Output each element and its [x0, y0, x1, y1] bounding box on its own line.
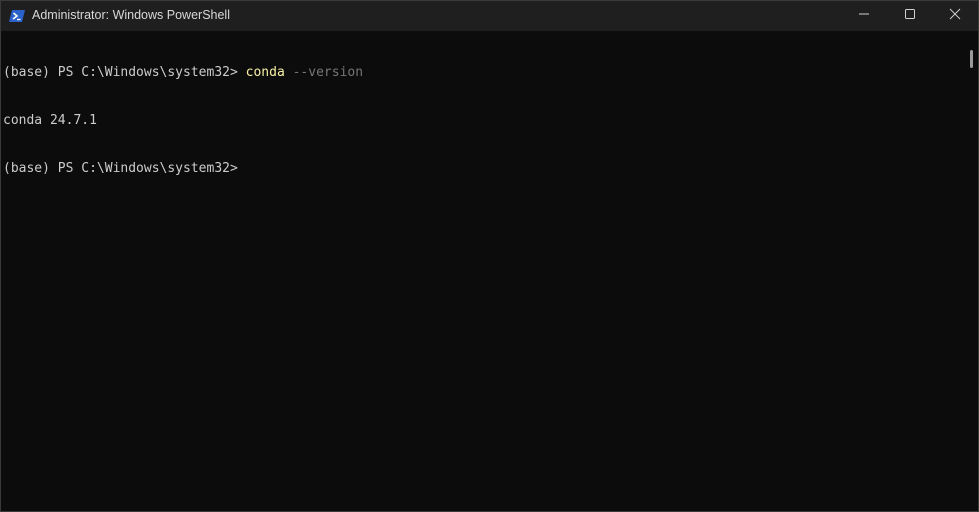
- scrollbar-thumb[interactable]: [970, 50, 973, 68]
- minimize-button[interactable]: [841, 1, 887, 31]
- terminal-line-output: conda 24.7.1: [3, 113, 966, 129]
- minimize-icon: [858, 7, 870, 25]
- terminal-command: conda: [245, 65, 285, 80]
- window-title: Administrator: Windows PowerShell: [32, 8, 230, 22]
- terminal-argument: --version: [284, 65, 364, 80]
- powershell-icon: [9, 8, 25, 24]
- maximize-button[interactable]: [887, 1, 933, 31]
- terminal-line-command: (base) PS C:\Windows\system32> conda --v…: [3, 65, 966, 81]
- close-icon: [949, 7, 961, 25]
- terminal-line-prompt: (base) PS C:\Windows\system32>: [3, 161, 966, 177]
- terminal-output[interactable]: (base) PS C:\Windows\system32> conda --v…: [1, 32, 966, 511]
- vertical-scrollbar[interactable]: [967, 32, 978, 511]
- powershell-window: Administrator: Windows PowerShell (base)…: [0, 0, 979, 512]
- terminal-output-text: conda 24.7.1: [3, 113, 97, 128]
- terminal-prompt: (base) PS C:\Windows\system32>: [3, 161, 238, 176]
- terminal-prompt: (base) PS C:\Windows\system32>: [3, 65, 246, 80]
- close-button[interactable]: [932, 1, 978, 31]
- maximize-icon: [904, 7, 916, 25]
- title-bar[interactable]: Administrator: Windows PowerShell: [1, 1, 978, 31]
